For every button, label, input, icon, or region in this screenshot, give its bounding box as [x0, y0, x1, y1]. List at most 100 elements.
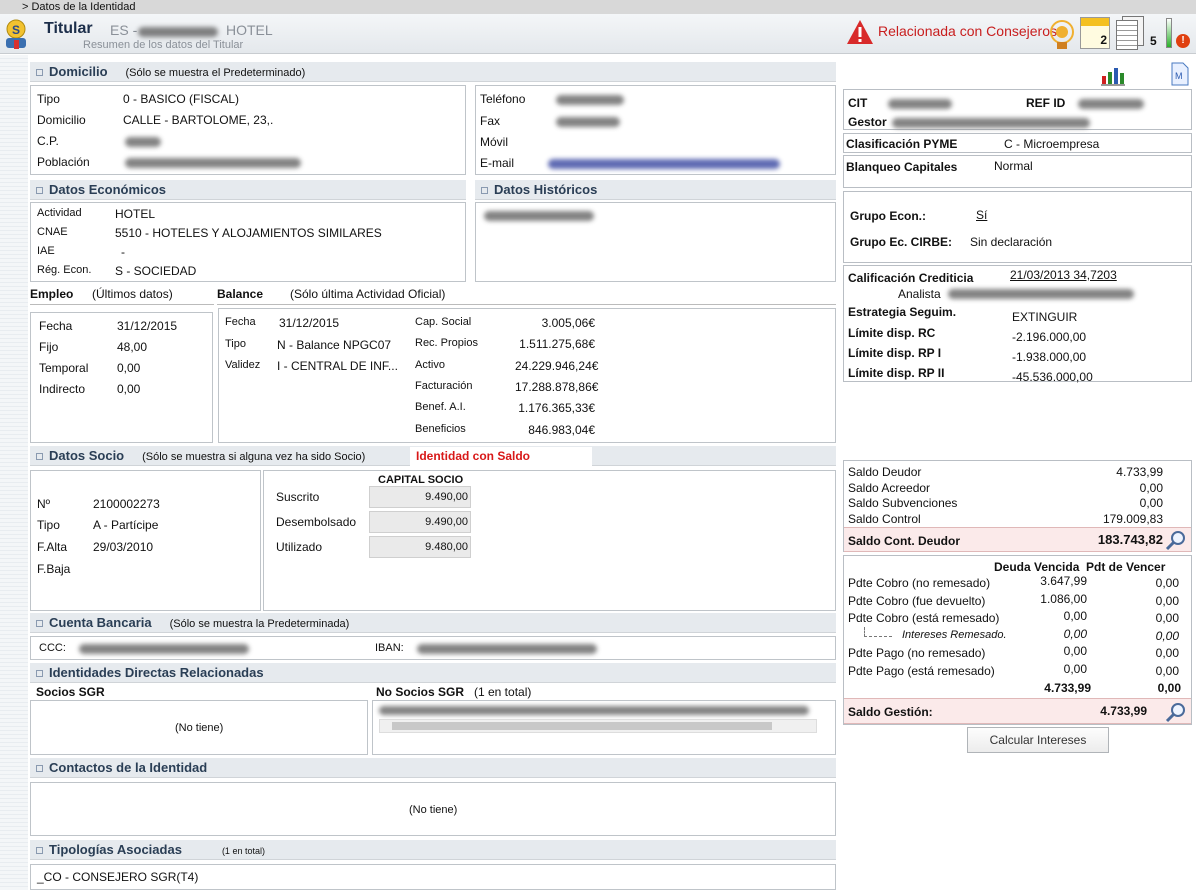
- label: Tipo: [37, 518, 60, 532]
- label: CCC:: [39, 642, 66, 654]
- empleo-value: 0,00: [117, 361, 141, 375]
- empleo-note: (Últimos datos): [92, 287, 173, 301]
- redacted-value: [79, 644, 249, 654]
- error-icon[interactable]: !: [1176, 34, 1190, 48]
- document-m-icon[interactable]: M: [1170, 62, 1190, 86]
- saldo-gestion-row: Saldo Gestión: 4.733,99: [844, 698, 1191, 724]
- section-note: (1 en total): [221, 846, 265, 856]
- deuda-vencida-value: 1.086,00: [1040, 591, 1087, 606]
- contact-panel: Teléfono Fax Móvil E-mail: [475, 85, 836, 175]
- consejeros-alert[interactable]: Relacionada con Consejeros: [878, 23, 1057, 39]
- label: Población: [37, 155, 90, 169]
- empleo-label: Temporal: [39, 361, 89, 375]
- label: F.Baja: [37, 562, 71, 576]
- deuda-vencida-value: 0,00: [1063, 626, 1087, 641]
- deuda-label: Pdte Pago (no remesado): [848, 646, 986, 660]
- pdt-vencer-value: 0,00: [1155, 663, 1179, 678]
- user-badge-icon: S: [6, 19, 26, 49]
- label: CIT: [848, 96, 868, 110]
- label: Grupo Econ.:: [850, 209, 926, 223]
- empleo-value: 31/12/2015: [117, 319, 178, 333]
- label: Teléfono: [480, 92, 526, 106]
- section-title: Tipologías Asociadas: [49, 842, 182, 857]
- value: -: [121, 245, 125, 259]
- tree-line: [864, 626, 892, 637]
- label: Móvil: [480, 135, 509, 149]
- label: Saldo Cont. Deudor: [848, 534, 960, 548]
- redacted-value: [556, 95, 624, 105]
- email-link[interactable]: [548, 159, 780, 169]
- cit-panel: CIT REF ID Gestor: [843, 89, 1192, 130]
- section-tipologias: Tipologías Asociadas (1 en total): [30, 840, 836, 860]
- section-note: (Sólo se muestra el Predeterminado): [125, 67, 306, 79]
- documents-count: 5: [1150, 34, 1157, 48]
- notes-count: 2: [1100, 33, 1107, 47]
- value: Sin declaración: [970, 235, 1053, 249]
- documents-icon[interactable]: [1116, 16, 1146, 50]
- label: Clasificación PYME: [846, 137, 958, 151]
- deuda-header: Deuda Vencida: [994, 560, 1080, 574]
- calcular-intereses-button[interactable]: Calcular Intereses: [967, 727, 1109, 753]
- empleo-value: 0,00: [117, 382, 141, 396]
- value: 5510 - HOTELES Y ALOJAMIENTOS SIMILARES: [115, 226, 382, 240]
- historicos-panel: [475, 202, 836, 282]
- deuda-label: Pdte Cobro (fue devuelto): [848, 593, 986, 608]
- saldo-value: 179.009,83: [1102, 511, 1163, 526]
- value: C - Microempresa: [1004, 137, 1100, 151]
- label: Saldo Gestión:: [848, 705, 933, 719]
- cuenta-panel: CCC: IBAN:: [30, 636, 836, 660]
- saldo-value: 4.733,99: [1116, 465, 1163, 479]
- status-bar-icon: [1166, 18, 1172, 48]
- section-relacionadas: Identidades Directas Relacionadas: [30, 663, 836, 683]
- chart-icon[interactable]: [1100, 64, 1126, 86]
- balance-value: 1.511.275,68€: [519, 337, 595, 352]
- capital-value: 9.490,00: [369, 511, 471, 533]
- related-identity-row[interactable]: [379, 706, 809, 715]
- capital-label: Suscrito: [276, 490, 320, 504]
- value: I - CENTRAL DE INF...: [277, 359, 398, 373]
- empty-text: (No tiene): [409, 804, 458, 816]
- empleo-label: Fecha: [39, 319, 73, 333]
- balance-value: 17.288.878,86€: [515, 379, 599, 394]
- horizontal-scrollbar[interactable]: [379, 719, 817, 733]
- label: Calificación Crediticia: [848, 271, 974, 285]
- section-title: Identidades Directas Relacionadas: [49, 665, 264, 680]
- balance-label: Beneficios: [415, 422, 466, 435]
- magnifier-icon[interactable]: [1165, 529, 1187, 551]
- label: F.Alta: [37, 540, 68, 554]
- balance-value: 3.005,06€: [541, 316, 595, 330]
- value: CALLE - BARTOLOME, 23,.: [123, 113, 274, 127]
- identity-header: S Titular ES - HOTEL Resumen de los dato…: [0, 14, 1196, 54]
- saldo-label: Saldo Subvenciones: [848, 496, 958, 510]
- value: A - Partícipe: [93, 518, 159, 532]
- notes-icon[interactable]: 2: [1080, 17, 1110, 49]
- label: Analista: [898, 287, 941, 301]
- empleo-panel: Fecha 31/12/2015 Fijo 48,00 Temporal 0,00 Indi…: [30, 312, 213, 443]
- deuda-vencida-value: 0,00: [1063, 609, 1087, 623]
- pdt-vencer-value: 0,00: [1155, 593, 1179, 608]
- section-cuenta: Cuenta Bancaria (Sólo se muestra la Prede…: [30, 613, 836, 633]
- section-title: Datos Socio: [49, 448, 125, 463]
- left-strip: [0, 55, 28, 890]
- empty-text: (No tiene): [175, 722, 224, 734]
- magnifier-icon[interactable]: [1165, 701, 1187, 723]
- label: Validez: [225, 359, 261, 371]
- svg-text:S: S: [12, 23, 20, 37]
- warning-icon: [847, 20, 873, 44]
- redacted-value: [125, 158, 301, 168]
- calificacion-link[interactable]: 21/03/2013 34,7203: [1010, 268, 1117, 282]
- section-contactos: Contactos de la Identidad: [30, 758, 836, 778]
- socios-sgr-label: Socios SGR: [36, 685, 105, 699]
- label: Nº: [37, 497, 51, 511]
- value: 183.743,82: [1097, 532, 1163, 547]
- pyme-panel: Clasificación PYME C - Microempresa: [843, 133, 1192, 153]
- alert-signal-icon[interactable]: [1048, 18, 1076, 50]
- grupo-link[interactable]: Sí: [976, 208, 987, 222]
- saldo-value: 0,00: [1139, 496, 1163, 510]
- breadcrumb: > Datos de la Identidad: [0, 0, 1196, 14]
- identity-name: HOTEL: [226, 22, 273, 38]
- blanqueo-panel: Blanqueo Capitales Normal: [843, 155, 1192, 188]
- value: N - Balance NPGC07: [277, 338, 392, 352]
- saldo-label: Saldo Deudor: [848, 465, 922, 479]
- section-title: Datos Históricos: [494, 182, 598, 197]
